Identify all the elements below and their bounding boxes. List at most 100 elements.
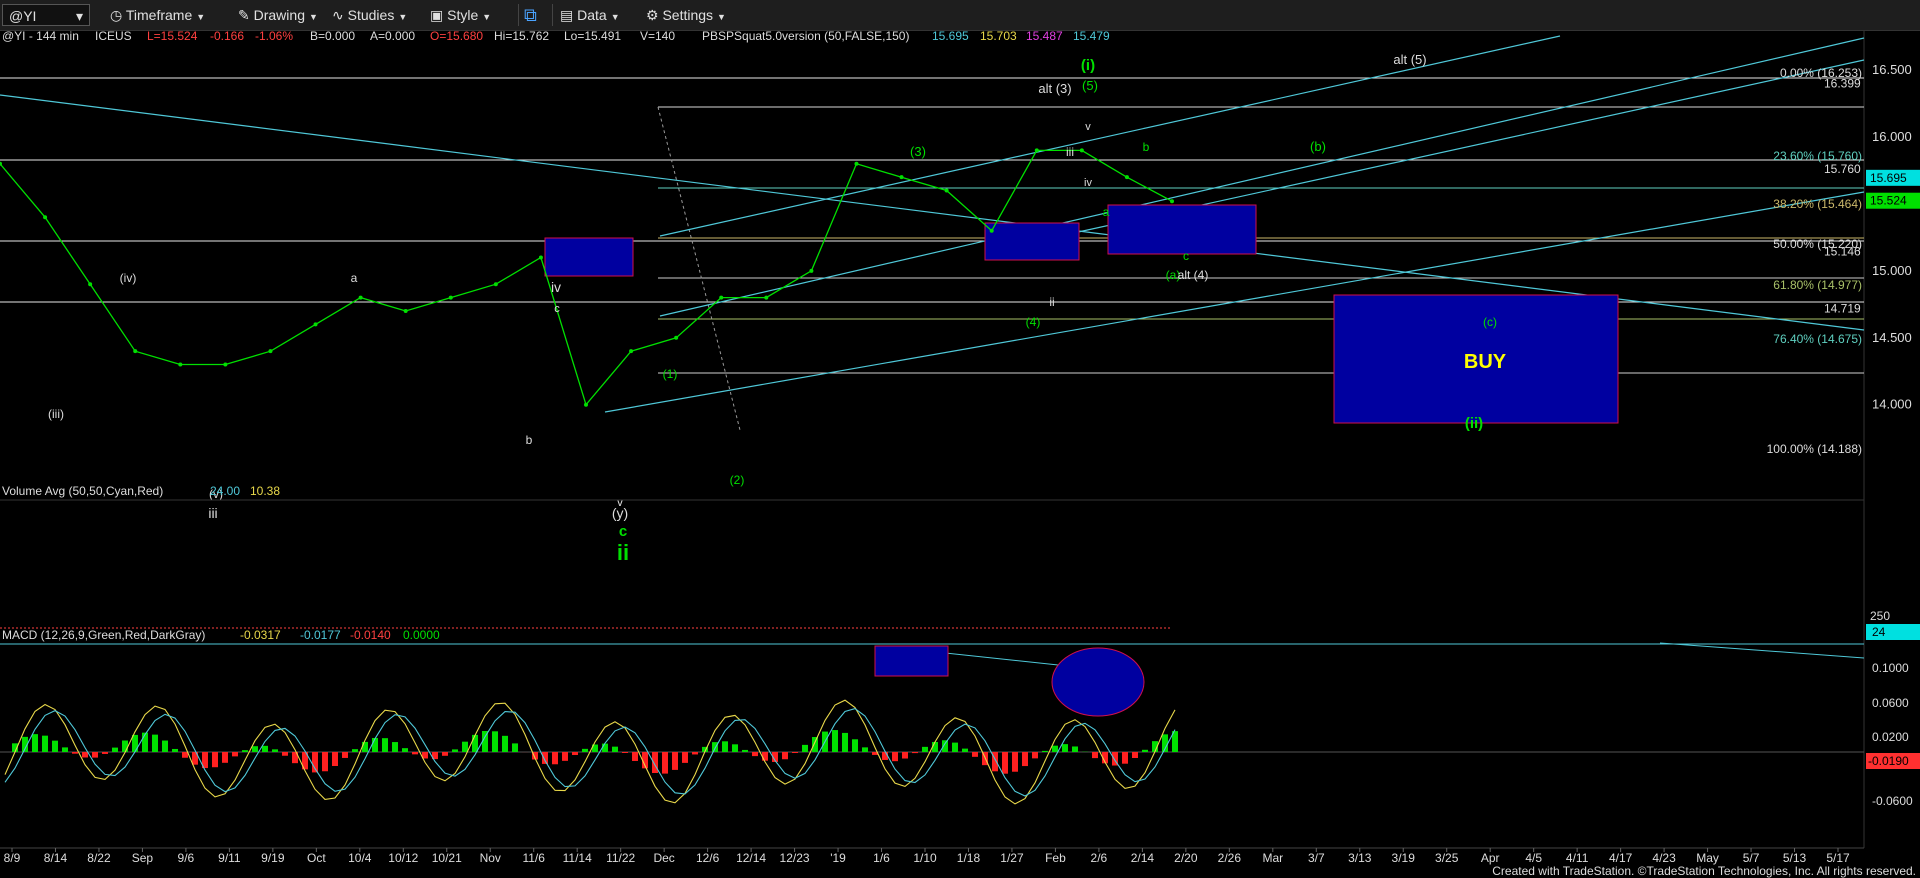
price-point (1079, 148, 1084, 153)
macd-bar (852, 739, 858, 752)
wave-label: (iv) (120, 271, 137, 285)
time-tick-label: 1/10 (913, 851, 937, 865)
wave-label: alt (4) (1178, 268, 1209, 282)
macd-bar (1072, 746, 1078, 752)
wave-label: c (554, 303, 560, 315)
macd-tick-label: 0.1000 (1872, 661, 1909, 675)
symbol-input[interactable]: @YI ▾ (2, 4, 90, 26)
wave-label: iv (1084, 177, 1092, 189)
time-tick-label: May (1696, 851, 1719, 865)
status-high: Hi=15.762 (494, 30, 549, 43)
price-point (764, 295, 769, 300)
macd-bar (832, 730, 838, 752)
price-point (719, 295, 724, 300)
macd-bar (72, 752, 78, 754)
time-tick-label: 3/13 (1348, 851, 1372, 865)
fib-level-label: 38.20% (15.464) (1773, 197, 1862, 211)
layout-icon[interactable]: ⧉ (524, 4, 537, 26)
macd-bar (392, 742, 398, 752)
time-tick-label: 8/14 (44, 851, 68, 865)
macd-bar (222, 752, 228, 763)
time-tick-label: Oct (307, 851, 326, 865)
toolbar: @YI ▾ ◷ Timeframe ▼ ✎ Drawing ▼ ∿ Studies ▼ … (0, 0, 1920, 31)
gear-icon: ⚙ (646, 7, 659, 23)
price-level-label: 15.524 (1870, 194, 1907, 208)
macd-bar (722, 741, 728, 752)
macd-bar (952, 742, 958, 752)
time-tick-label: Sep (132, 851, 154, 865)
wave-label: alt (5) (1393, 52, 1426, 67)
wave-label: (4) (1026, 315, 1041, 329)
price-point (944, 188, 949, 193)
status-v4: 15.479 (1073, 30, 1110, 43)
macd-bar (652, 752, 658, 773)
price-point (178, 362, 183, 367)
time-tick-label: 10/4 (348, 851, 372, 865)
time-tick-label: 11/14 (563, 851, 592, 865)
time-tick-label: 1/18 (957, 851, 981, 865)
time-tick-label: 3/25 (1435, 851, 1459, 865)
price-point (268, 349, 273, 354)
macd-bar (632, 752, 638, 761)
fib-level-label: 61.80% (14.977) (1773, 278, 1862, 292)
time-tick-label: 5/17 (1826, 851, 1850, 865)
price-level-label: 14.719 (1824, 301, 1861, 315)
status-change: -0.166 (210, 30, 244, 43)
macd-bar (622, 752, 628, 753)
studies-menu[interactable]: ∿ Studies ▼ (332, 4, 407, 26)
price-point (223, 362, 228, 367)
wave-label: iv (551, 279, 561, 295)
status-indicator: PBSPSquat5.0version (50,FALSE,150) (702, 30, 909, 43)
time-tick-label: 1/27 (1000, 851, 1024, 865)
wave-label: ii (617, 540, 629, 565)
price-point (133, 349, 138, 354)
price-axis: 16.50016.00015.50015.00014.50014.000 (1872, 62, 1912, 412)
footer-credit: Created with TradeStation. ©TradeStation… (1492, 864, 1916, 878)
macd-bar (62, 747, 68, 752)
macd-bar (762, 752, 768, 761)
settings-menu[interactable]: ⚙ Settings ▼ (646, 4, 726, 26)
time-tick-label: 12/23 (780, 851, 810, 865)
macd-bar (1142, 749, 1148, 752)
time-tick-label: 10/21 (432, 851, 462, 865)
price-point (88, 282, 93, 287)
macd-bar (792, 752, 798, 754)
macd-bar (552, 752, 558, 765)
macd-bar (972, 752, 978, 757)
macd-bar (472, 734, 478, 752)
wave-label: (2) (730, 473, 745, 487)
time-tick-label: 8/9 (4, 851, 21, 865)
time-tick-label: 4/17 (1609, 851, 1633, 865)
macd-bar (102, 752, 108, 754)
price-point (43, 215, 48, 220)
wave-label: b (1143, 140, 1150, 154)
drawing-menu[interactable]: ✎ Drawing ▼ (238, 4, 318, 26)
macd-bar (802, 744, 808, 752)
status-exchange: ICEUS (95, 30, 132, 43)
style-menu[interactable]: ▣ Style ▼ (430, 4, 491, 26)
macd-bar (122, 740, 128, 752)
wave-label: v (1085, 121, 1091, 133)
timeframe-menu[interactable]: ◷ Timeframe ▼ (110, 4, 205, 26)
macd-bar (1132, 752, 1138, 759)
macd-bar (562, 752, 568, 761)
macd-bar (1022, 752, 1028, 767)
price-point (989, 228, 994, 233)
time-tick-label: Nov (480, 851, 501, 865)
fib-anchor-line (657, 106, 741, 431)
volume-axis-top: 250 (1870, 609, 1890, 623)
macd-bar (662, 752, 668, 774)
macd-bar (502, 735, 508, 752)
chart-area[interactable]: @YI - 144 min ICEUS L=15.524 -0.166 -1.0… (0, 30, 1920, 878)
macd-bar (32, 734, 38, 752)
price-point (629, 349, 634, 354)
price-tick-label: 16.000 (1872, 129, 1912, 144)
data-menu[interactable]: ▤ Data ▼ (560, 4, 620, 26)
macd-bar (1042, 750, 1048, 752)
macd-bar (912, 752, 918, 754)
macd-v3: -0.0140 (350, 628, 391, 642)
time-tick-label: Dec (653, 851, 674, 865)
wave-label: c (1183, 249, 1189, 263)
macd-bar (382, 738, 388, 752)
macd-v1: -0.0317 (240, 628, 281, 642)
